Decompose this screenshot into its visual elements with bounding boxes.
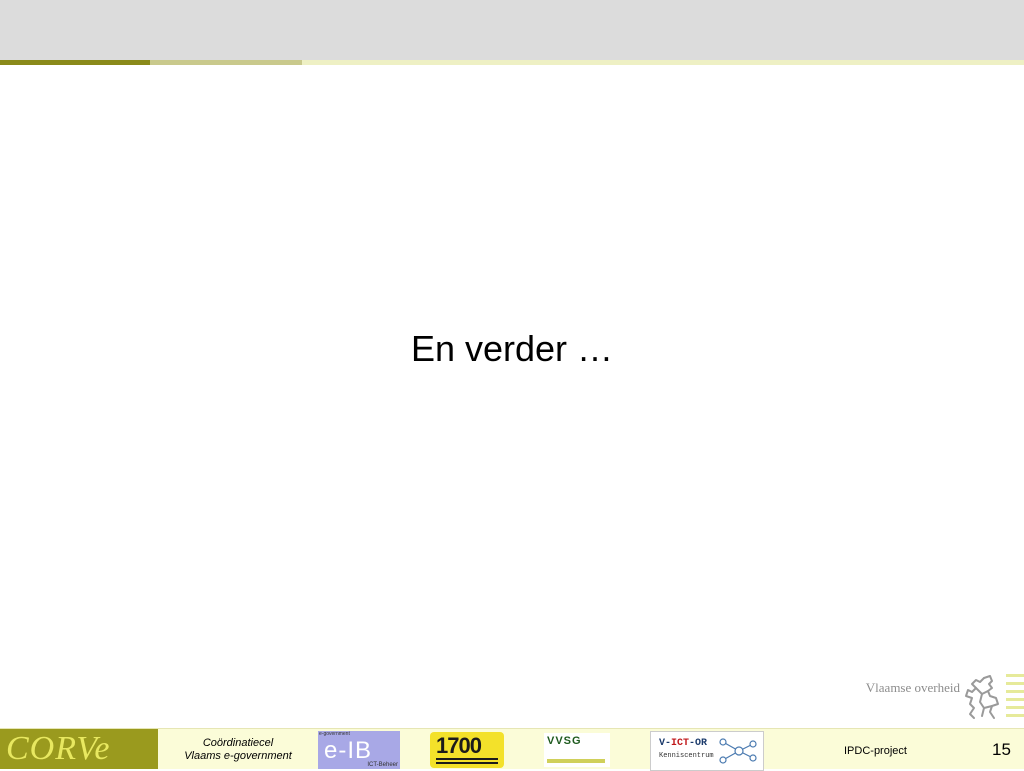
- eib-logo-main: e-IB: [324, 737, 373, 764]
- header-stripe-mid: [150, 60, 302, 65]
- header-stripe-dark: [0, 60, 150, 65]
- footer-bar: CORVe Coördinatiecel Vlaams e-government…: [0, 728, 1024, 771]
- vvsg-logo-bar: [547, 759, 605, 763]
- v-ict-or-middle: ICT: [671, 738, 690, 749]
- vvsg-logo-text: VVSG: [547, 735, 582, 747]
- logo-1700-number: 1700: [436, 733, 482, 758]
- v-ict-or-logo: V-ICT-OR Kenniscentrum: [650, 731, 764, 771]
- header-bar: [0, 0, 1024, 60]
- vvsg-logo: VVSG: [544, 733, 610, 767]
- corve-logo-text: CORVe: [6, 730, 111, 767]
- coordination-line-1: Coördinatiecel: [202, 737, 274, 749]
- v-ict-or-subtitle: Kenniscentrum: [659, 752, 714, 760]
- eib-logo: e-government e-IB ICT-Beheer: [318, 731, 400, 769]
- slide-body-text: En verder …: [410, 328, 614, 369]
- v-ict-or-logo-text: V-ICT-OR: [659, 738, 707, 749]
- corve-logo: CORVe: [0, 729, 158, 769]
- v-ict-or-prefix: V-: [659, 738, 672, 749]
- header-stripe-light: [302, 60, 1024, 65]
- logo-1700: 1700: [430, 732, 504, 768]
- v-ict-or-suffix: -OR: [689, 738, 708, 749]
- eib-logo-sub: ICT-Beheer: [367, 762, 398, 768]
- network-nodes-icon: [719, 738, 757, 764]
- page-number: 15: [992, 740, 1011, 759]
- logo-1700-line: [436, 762, 498, 764]
- coordination-text: Coördinatiecel Vlaams e-government: [160, 737, 316, 763]
- vlaamse-overheid-text: Vlaamse overheid: [865, 680, 960, 695]
- decorative-lines: [1006, 674, 1024, 724]
- vlaamse-overheid-logo: Vlaamse overheid: [856, 672, 1024, 728]
- coordination-line-2: Vlaams e-government: [184, 750, 292, 762]
- flemish-lion-icon: [965, 675, 999, 719]
- logo-1700-line: [436, 758, 498, 760]
- project-label: IPDC-project: [844, 745, 907, 757]
